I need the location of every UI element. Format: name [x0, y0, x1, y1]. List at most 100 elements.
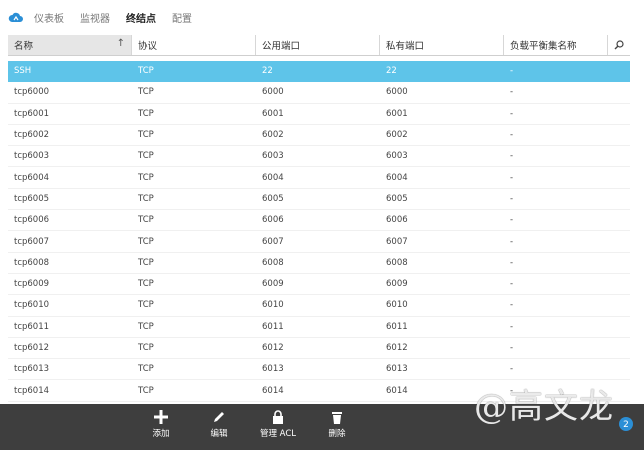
table-row[interactable]: tcp6001 TCP 6001 6001 - [8, 104, 630, 125]
cell-name: tcp6003 [14, 151, 50, 162]
cell-public-port: 6001 [262, 108, 284, 119]
cell-protocol: TCP [138, 151, 154, 162]
cell-public-port: 6011 [262, 321, 284, 332]
cell-private-port: 6006 [386, 215, 408, 226]
top-nav: 仪表板 监视器 终结点 配置 [0, 0, 644, 34]
help-badge-icon[interactable]: 2 [618, 416, 634, 432]
cell-private-port: 22 [386, 66, 397, 77]
cell-protocol: TCP [138, 257, 154, 268]
cell-protocol: TCP [138, 87, 154, 98]
cell-load-balanced-set: - [510, 193, 514, 204]
table-row[interactable]: tcp6007 TCP 6007 6007 - [8, 231, 630, 253]
cell-public-port: 6004 [262, 172, 284, 183]
cloud-icon[interactable] [8, 11, 24, 23]
column-header-protocol[interactable]: 协议 [132, 35, 256, 55]
cell-name: SSH [14, 66, 32, 77]
table-row[interactable]: tcp6002 TCP 6002 6002 - [8, 125, 630, 147]
cell-protocol: TCP [138, 130, 154, 141]
cell-public-port: 6008 [262, 257, 284, 268]
cell-load-balanced-set: - [510, 215, 514, 226]
cell-protocol: TCP [138, 300, 154, 311]
cell-load-balanced-set: - [510, 257, 514, 268]
cell-public-port: 6003 [262, 151, 284, 162]
cell-private-port: 6001 [386, 108, 408, 119]
cell-public-port: 6012 [262, 343, 284, 353]
cell-load-balanced-set: - [510, 236, 514, 247]
table-row[interactable]: tcp6004 TCP 6004 6004 - [8, 167, 630, 189]
table-row[interactable]: tcp6000 TCP 6000 6000 - [8, 82, 630, 104]
edit-button[interactable]: 编辑 [189, 410, 249, 439]
cell-public-port: 6007 [262, 236, 284, 247]
cell-protocol: TCP [138, 385, 154, 396]
cell-private-port: 6012 [386, 343, 408, 353]
cell-public-port: 22 [262, 66, 273, 77]
manage-acl-button[interactable]: 管理 ACL [248, 410, 308, 439]
cell-protocol: TCP [138, 321, 154, 332]
svg-text:2: 2 [623, 420, 629, 430]
cell-protocol: TCP [138, 279, 154, 290]
plus-icon [154, 410, 168, 424]
table-row[interactable]: tcp6008 TCP 6008 6008 - [8, 253, 630, 274]
cell-load-balanced-set: - [510, 279, 514, 290]
search-button[interactable] [608, 35, 630, 55]
table-row[interactable]: tcp6006 TCP 6006 6006 - [8, 210, 630, 232]
column-header-private-port[interactable]: 私有端口 [380, 35, 504, 55]
tab-endpoints[interactable]: 终结点 [126, 10, 156, 25]
table-header: 名称 ↑ 协议 公用端口 私有端口 负载平衡集名称 [8, 35, 630, 56]
cell-name: tcp6013 [14, 364, 50, 375]
cell-load-balanced-set: - [510, 343, 514, 353]
table-row[interactable]: tcp6003 TCP 6003 6003 - [8, 146, 630, 168]
cell-public-port: 6009 [262, 279, 284, 290]
sort-up-icon[interactable]: ↑ [117, 38, 125, 49]
add-button[interactable]: 添加 [131, 410, 191, 439]
cell-load-balanced-set: - [510, 151, 514, 162]
table-row[interactable]: tcp6011 TCP 6011 6011 - [8, 317, 630, 338]
column-header-load-balanced-set[interactable]: 负载平衡集名称 [504, 35, 608, 55]
cell-private-port: 6000 [386, 87, 408, 98]
table-row[interactable]: SSH TCP 22 22 - [8, 61, 630, 83]
delete-button[interactable]: 删除 [307, 410, 367, 439]
cell-name: tcp6014 [14, 385, 50, 396]
cell-protocol: TCP [138, 66, 154, 77]
cell-name: tcp6008 [14, 257, 50, 268]
table-row[interactable]: tcp6009 TCP 6009 6009 - [8, 274, 630, 296]
cell-load-balanced-set: - [510, 300, 514, 311]
tab-configure[interactable]: 配置 [172, 10, 192, 25]
column-header-public-port[interactable]: 公用端口 [256, 35, 380, 55]
cell-private-port: 6008 [386, 257, 408, 268]
cell-public-port: 6002 [262, 130, 284, 141]
cell-name: tcp6011 [14, 321, 50, 332]
cell-load-balanced-set: - [510, 108, 514, 119]
table-row[interactable]: tcp6013 TCP 6013 6013 - [8, 359, 630, 381]
cell-name: tcp6004 [14, 172, 50, 183]
watermark: @高文龙 [474, 387, 614, 427]
cell-private-port: 6002 [386, 130, 408, 141]
column-header-name[interactable]: 名称 ↑ [8, 35, 132, 55]
cell-load-balanced-set: - [510, 130, 514, 141]
tab-dashboard[interactable]: 仪表板 [34, 10, 64, 25]
lock-icon [273, 410, 283, 424]
cell-name: tcp6007 [14, 236, 50, 247]
cell-protocol: TCP [138, 193, 154, 204]
trash-icon [332, 412, 342, 424]
cell-public-port: 6005 [262, 193, 284, 204]
cell-protocol: TCP [138, 236, 154, 247]
cell-load-balanced-set: - [510, 172, 514, 183]
tab-monitor[interactable]: 监视器 [80, 10, 110, 25]
cell-public-port: 6000 [262, 87, 284, 98]
table-row[interactable]: tcp6010 TCP 6010 6010 - [8, 295, 630, 317]
cell-public-port: 6013 [262, 364, 284, 375]
cell-name: tcp6005 [14, 193, 50, 204]
cell-private-port: 6003 [386, 151, 408, 162]
table-row[interactable]: tcp6005 TCP 6005 6005 - [8, 189, 630, 211]
cell-private-port: 6013 [386, 364, 408, 375]
cell-load-balanced-set: - [510, 66, 514, 77]
cell-protocol: TCP [138, 215, 154, 226]
table-row[interactable]: tcp6012 TCP 6012 6012 - [8, 338, 630, 360]
cell-name: tcp6001 [14, 108, 50, 119]
table-body: SSH TCP 22 22 - tcp6000 TCP 6000 6000 - tcp6001 TCP… [8, 61, 630, 402]
cell-name: tcp6000 [14, 87, 50, 98]
cell-name: tcp6002 [14, 130, 50, 141]
cell-protocol: TCP [138, 108, 154, 119]
cell-name: tcp6012 [14, 343, 50, 353]
